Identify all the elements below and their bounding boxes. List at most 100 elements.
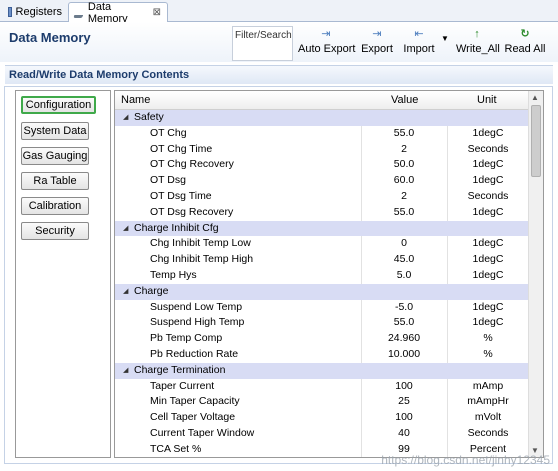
tab-data-memory-label: Data Memory <box>87 0 128 25</box>
row-name: OT Dsg Recovery <box>150 205 234 218</box>
row-unit: Seconds <box>467 142 509 155</box>
group-label: Charge Inhibit Cfg <box>134 221 219 234</box>
row-unit: 1degC <box>472 126 504 139</box>
row-unit: 1degC <box>472 158 504 171</box>
row-unit: mVolt <box>474 411 502 424</box>
row-unit: 1degC <box>472 316 504 329</box>
table-row[interactable]: Chg Inhibit Temp Low 0 1degC <box>115 236 529 252</box>
group-row[interactable]: ◢ Charge Termination <box>115 362 529 379</box>
table-header: Name Value Unit <box>115 91 529 110</box>
row-value[interactable]: 100 <box>361 379 447 395</box>
row-unit: 1degC <box>472 174 504 187</box>
table-row[interactable]: Chg Inhibit Temp High 45.0 1degC <box>115 252 529 268</box>
row-value[interactable]: 10.000 <box>361 347 447 363</box>
table-row[interactable]: Min Taper Capacity 25 mAmpHr <box>115 394 529 410</box>
table-row[interactable]: OT Chg 55.0 1degC <box>115 126 529 142</box>
page-title: Data Memory <box>9 30 91 45</box>
group-label: Charge Termination <box>134 363 226 376</box>
filter-search-label: Filter/Search <box>235 30 292 41</box>
row-value[interactable]: 55.0 <box>361 315 447 331</box>
row-unit: 1degC <box>472 268 504 281</box>
row-value[interactable]: 2 <box>361 142 447 158</box>
row-unit: 1degC <box>472 205 504 218</box>
page-header: Data Memory Filter/Search ⇥ Auto Export … <box>0 22 558 62</box>
tab-data-memory[interactable]: Data Memory ⊠ <box>68 0 168 25</box>
row-value[interactable]: 55.0 <box>361 126 447 142</box>
filter-search-field[interactable]: Filter/Search <box>232 26 293 61</box>
row-name: OT Chg Time <box>150 142 213 155</box>
watermark: https://blog.csdn.net/jinhy12345 <box>381 453 550 467</box>
table-row[interactable]: OT Dsg 60.0 1degC <box>115 173 529 189</box>
scrollbar-thumb[interactable] <box>531 105 541 177</box>
row-value[interactable]: 5.0 <box>361 268 447 284</box>
section-title: Read/Write Data Memory Contents <box>9 69 190 81</box>
close-icon[interactable]: ⊠ <box>153 7 161 18</box>
table-row[interactable]: OT Chg Time 2 Seconds <box>115 142 529 158</box>
import-dropdown-arrow[interactable]: ▼ <box>440 34 450 43</box>
auto-export-label: Auto Export <box>298 43 356 55</box>
group-row[interactable]: ◢ Charge Inhibit Cfg <box>115 220 529 237</box>
row-value[interactable]: 50.0 <box>361 157 447 173</box>
row-value[interactable]: 25 <box>361 394 447 410</box>
category-gas-gauging-button[interactable]: Gas Gauging <box>21 147 89 165</box>
tab-registers[interactable]: Registers <box>2 2 68 22</box>
read-all-button[interactable]: ↻ Read All <box>504 26 546 56</box>
row-value[interactable]: 60.0 <box>361 173 447 189</box>
table-row[interactable]: Pb Reduction Rate 10.000% <box>115 347 529 363</box>
collapse-arrow-icon[interactable]: ◢ <box>123 284 128 300</box>
export-button[interactable]: ⇥ Export <box>359 26 395 56</box>
import-button[interactable]: ⇤ Import <box>400 26 438 56</box>
table-row[interactable]: Taper Current 100 mAmp <box>115 379 529 395</box>
row-unit: 1degC <box>472 237 504 250</box>
category-configuration-button[interactable]: Configuration <box>21 96 96 114</box>
collapse-arrow-icon[interactable]: ◢ <box>123 363 128 379</box>
row-name: OT Chg Recovery <box>150 158 234 171</box>
category-security-button[interactable]: Security <box>21 222 89 240</box>
table-row[interactable]: Suspend High Temp 55.0 1degC <box>115 315 529 331</box>
row-value[interactable]: 40 <box>361 426 447 442</box>
category-ra-table-button[interactable]: Ra Table <box>21 172 89 190</box>
auto-export-icon: ⇥ <box>321 28 331 40</box>
tab-registers-label: Registers <box>15 6 62 18</box>
vertical-scrollbar[interactable]: ▲ ▼ <box>528 91 543 457</box>
row-value[interactable]: 100 <box>361 410 447 426</box>
row-value[interactable]: -5.0 <box>361 300 447 316</box>
column-header-unit[interactable]: Unit <box>477 94 497 106</box>
category-system-data-button[interactable]: System Data <box>21 122 89 140</box>
category-calibration-button[interactable]: Calibration <box>21 197 89 215</box>
table-row[interactable]: Suspend Low Temp -5.0 1degC <box>115 300 529 316</box>
column-header-name[interactable]: Name <box>121 94 150 106</box>
auto-export-button[interactable]: ⇥ Auto Export <box>298 26 356 56</box>
table-row[interactable]: OT Chg Recovery 50.0 1degC <box>115 157 529 173</box>
row-name: Min Taper Capacity <box>150 395 240 408</box>
write-all-button[interactable]: ↑ Write_All <box>456 26 500 56</box>
row-value[interactable]: 24.960 <box>361 331 447 347</box>
scroll-up-icon[interactable]: ▲ <box>531 93 539 102</box>
row-unit: Seconds <box>467 426 509 439</box>
table-row[interactable]: Current Taper Window 40 Seconds <box>115 426 529 442</box>
table-row[interactable]: OT Dsg Time 2 Seconds <box>115 189 529 205</box>
collapse-arrow-icon[interactable]: ◢ <box>123 221 128 237</box>
table-row[interactable]: Temp Hys 5.0 1degC <box>115 268 529 284</box>
row-value[interactable]: 0 <box>361 236 447 252</box>
row-value[interactable]: 2 <box>361 189 447 205</box>
row-name: Chg Inhibit Temp Low <box>150 237 251 250</box>
group-row[interactable]: ◢ Safety <box>115 110 529 126</box>
editor-tab-bar: Registers Data Memory ⊠ <box>0 0 558 25</box>
export-label: Export <box>361 43 393 55</box>
row-value[interactable]: 45.0 <box>361 252 447 268</box>
table-row[interactable]: Cell Taper Voltage 100 mVolt <box>115 410 529 426</box>
section-header: Read/Write Data Memory Contents <box>5 65 553 84</box>
write-all-label: Write_All <box>456 43 500 55</box>
row-value[interactable]: 55.0 <box>361 205 447 221</box>
collapse-arrow-icon[interactable]: ◢ <box>123 110 128 126</box>
row-name: TCA Set % <box>150 442 202 455</box>
row-name: Current Taper Window <box>150 426 255 439</box>
table-row[interactable]: OT Dsg Recovery 55.0 1degC <box>115 205 529 221</box>
row-unit: Seconds <box>467 189 509 202</box>
column-header-value[interactable]: Value <box>391 94 418 106</box>
row-name: OT Chg <box>150 126 187 139</box>
table-row[interactable]: Pb Temp Comp 24.960% <box>115 331 529 347</box>
group-row[interactable]: ◢ Charge <box>115 283 529 300</box>
table-body: ◢ Safety OT Chg 55.0 1degC OT Chg Time 2 Second… <box>115 110 529 457</box>
